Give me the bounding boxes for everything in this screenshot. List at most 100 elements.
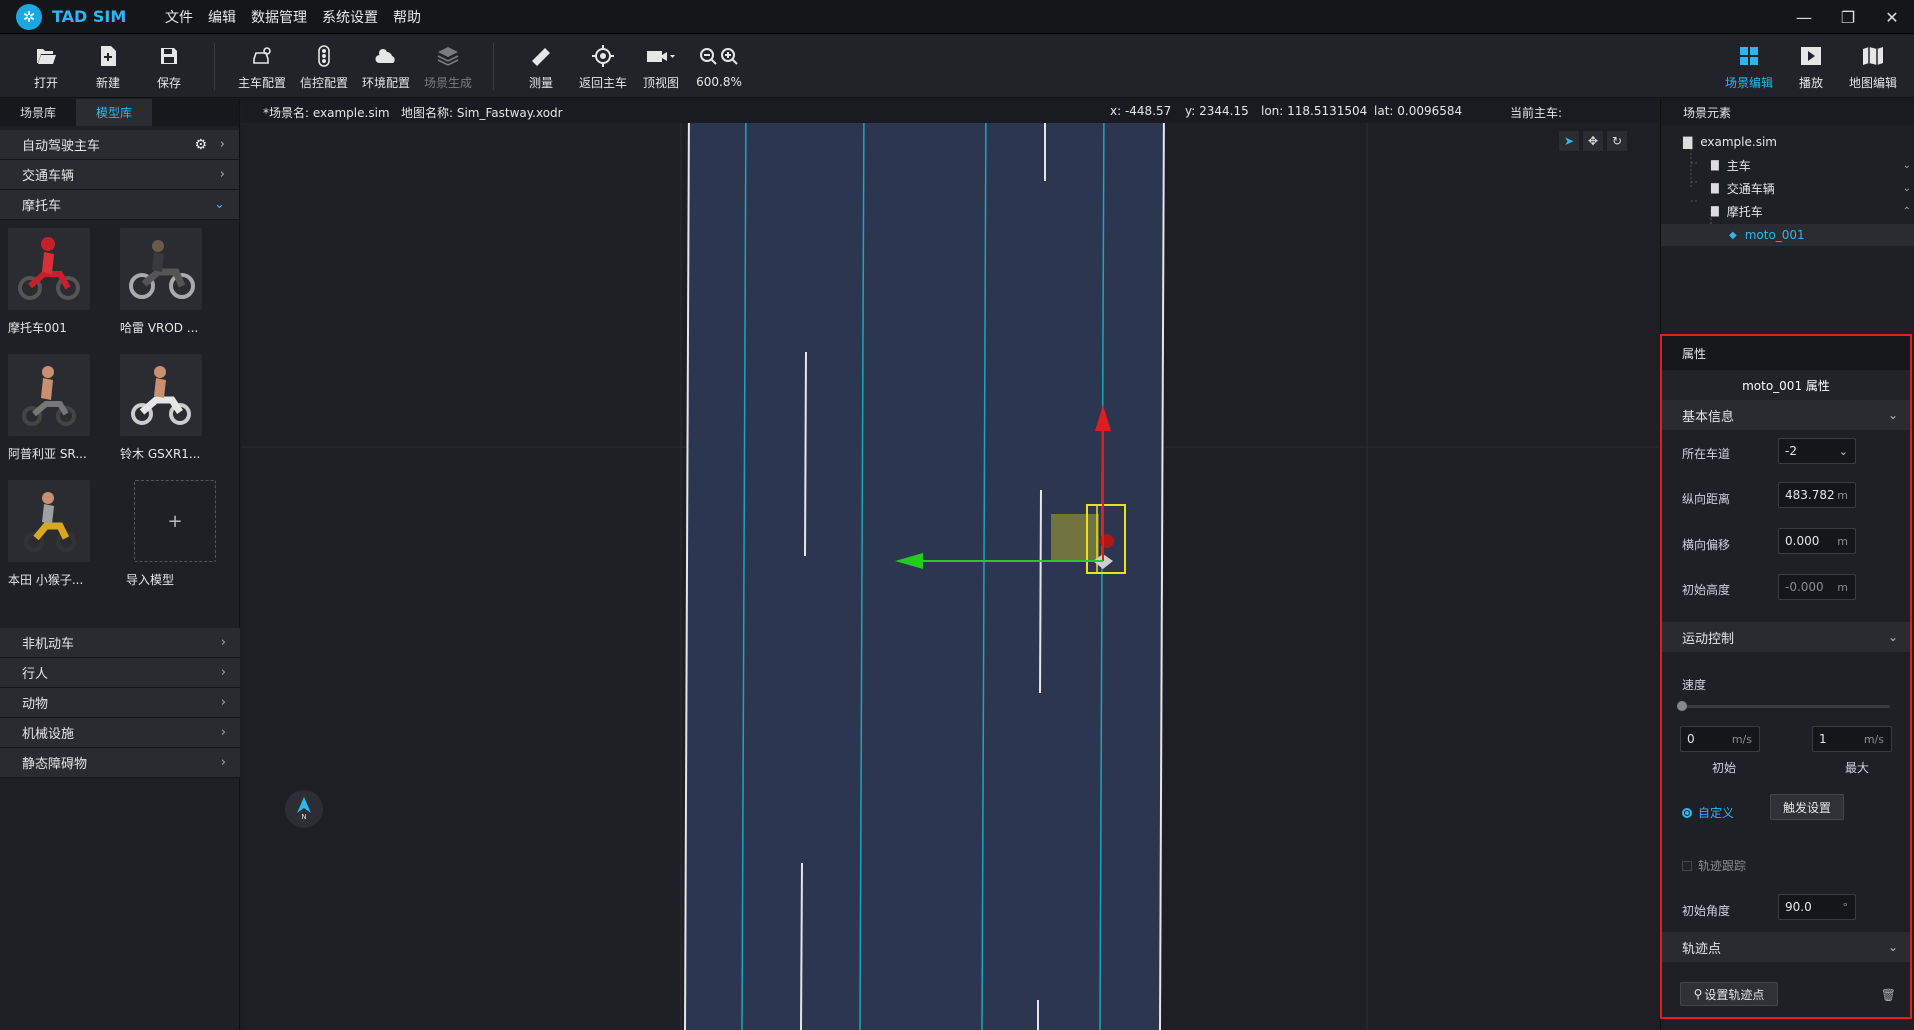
compass[interactable]: N [285,790,323,828]
object-name: moto_001 属性 [1662,370,1910,400]
menu-help[interactable]: 帮助 [393,7,421,27]
play-icon [1800,43,1822,69]
scene-gen-button[interactable]: 场景生成 [419,35,477,98]
radio-icon [1682,807,1692,818]
top-view-button[interactable]: 顶视图 [632,35,690,98]
left-panel: 场景库 模型库 自动驾驶主车 ⚙ › 交通车辆 › 摩托车 ⌄ 摩托车001 哈… [0,99,240,1030]
model-item[interactable]: 阿普利亚 SR... [8,354,120,462]
add-icon[interactable]: + [134,480,216,562]
model-item[interactable]: 哈雷 VROD ... [120,228,232,336]
close-icon[interactable]: ✕ [1870,0,1914,34]
scene-edit-button[interactable]: 场景编辑 [1720,35,1778,98]
model-item[interactable]: 本田 小猴子... [8,480,120,588]
minimize-icon[interactable]: — [1782,0,1826,34]
track-follow-checkbox[interactable]: 轨迹跟踪 [1682,857,1746,874]
motorcycle-thumbnail [8,354,90,436]
menu-settings[interactable]: 系统设置 [322,7,378,27]
car-settings-icon [251,43,273,69]
menu-edit[interactable]: 编辑 [208,7,236,27]
scene-name: *场景名: example.sim [263,106,390,120]
save-button[interactable]: 保存 [140,35,198,98]
init-label: 初始 [1712,761,1737,775]
tab-scene-library[interactable]: 场景库 [0,99,76,126]
waypoint-section[interactable]: 轨迹点 ⌄ [1662,932,1910,962]
toolbar: 打开 新建 保存 主车配置 信控配置 环境配置 场景生成 测量 返回主车 顶视图… [0,35,1914,98]
open-button[interactable]: 打开 [17,35,75,98]
trash-icon[interactable]: 🗑 [1881,988,1896,1002]
chevron-down-icon[interactable]: ⌄ [1903,160,1911,171]
tree-node-traffic[interactable]: ▇ 交通车辆 ⌄ [1711,177,1911,199]
gear-icon[interactable]: ⚙ [194,137,207,153]
speed-max-input[interactable]: 1 m/s [1812,726,1892,752]
target-icon [592,43,614,69]
ego-config-button[interactable]: 主车配置 [233,35,291,98]
folder-icon: ▇ [1683,135,1693,149]
category-obstacle[interactable]: 静态障碍物 › [0,748,240,778]
model-item[interactable]: 铃木 GSXR1... [120,354,232,462]
play-button[interactable]: 播放 [1782,35,1840,98]
trigger-settings-button[interactable]: 触发设置 [1770,794,1844,820]
toolbar-divider [493,43,494,90]
slider-handle[interactable] [1677,701,1687,711]
lateral-offset-input[interactable]: 0.000 m [1778,528,1856,554]
long-distance-input[interactable]: 483.782 m [1778,482,1856,508]
chevron-right-icon: › [219,167,225,182]
chevron-right-icon: › [220,755,226,770]
tree-root[interactable]: ▇ example.sim [1683,131,1777,153]
signal-config-button[interactable]: 信控配置 [295,35,353,98]
category-pedestrian[interactable]: 行人 › [0,658,240,688]
max-label: 最大 [1845,761,1870,775]
move-icon[interactable]: ✥ [1583,131,1603,151]
tree-node-motorcycle[interactable]: ▇ 摩托车 ⌃ [1711,200,1911,222]
scene-viewport[interactable]: *场景名: example.sim 地图名称: Sim_Fastway.xodr… [241,99,1659,1030]
chevron-down-icon[interactable]: ⌄ [1903,183,1911,194]
tree-node-moto-001[interactable]: ◆ moto_001 [1661,224,1914,246]
motorcycle-thumbnail [8,480,90,562]
set-waypoint-button[interactable]: ⚲ 设置轨迹点 [1680,982,1778,1006]
lane-select[interactable]: -2 ⌄ [1778,438,1856,464]
road-canvas[interactable] [241,99,1659,1030]
bottom-categories: 非机动车 › 行人 › 动物 › 机械设施 › 静态障碍物 › [0,628,240,778]
model-item[interactable]: 摩托车001 [8,228,120,336]
tab-model-library[interactable]: 模型库 [76,99,152,126]
menu-data[interactable]: 数据管理 [251,7,307,27]
tree-node-ego[interactable]: ▇ 主车 ⌄ [1711,154,1911,176]
category-ego[interactable]: 自动驾驶主车 ⚙ › [0,130,239,160]
return-ego-button[interactable]: 返回主车 [574,35,632,98]
zoom-out-icon[interactable] [699,47,739,67]
measure-button[interactable]: 测量 [512,35,570,98]
coord-x: x: -448.57 [1110,104,1172,118]
properties-header: 属性 [1662,336,1910,370]
new-button[interactable]: 新建 [79,35,137,98]
save-icon [159,43,179,69]
category-traffic[interactable]: 交通车辆 › [0,160,239,190]
speed-slider[interactable] [1682,705,1890,708]
env-config-button[interactable]: 环境配置 [357,35,415,98]
speed-init-input[interactable]: 0 m/s [1680,726,1760,752]
folder-icon: ▇ [1711,182,1719,194]
restore-icon[interactable]: ❐ [1826,0,1870,34]
rotate-icon[interactable]: ↻ [1607,131,1627,151]
chevron-right-icon: › [220,695,226,710]
init-angle-input[interactable]: 90.0 ° [1778,894,1856,920]
motion-section[interactable]: 运动控制 ⌄ [1662,622,1910,652]
menu-file[interactable]: 文件 [165,7,193,27]
zoom-control[interactable]: 600.8% [690,35,748,98]
category-animal[interactable]: 动物 › [0,688,240,718]
north-arrow-icon [297,797,311,813]
basic-info-section[interactable]: 基本信息 ⌄ [1662,400,1910,430]
map-edit-button[interactable]: 地图编辑 [1844,35,1902,98]
cursor-icon[interactable]: ➤ [1559,131,1579,151]
import-model-item[interactable]: + 导入模型 [120,480,232,588]
chevron-right-icon: › [220,635,226,650]
chevron-up-icon[interactable]: ⌃ [1903,206,1911,217]
category-facility[interactable]: 机械设施 › [0,718,240,748]
library-tabs: 场景库 模型库 [0,99,239,126]
current-ego: 当前主车: [1510,106,1563,120]
category-non-motor[interactable]: 非机动车 › [0,628,240,658]
category-motorcycle[interactable]: 摩托车 ⌄ [0,190,239,220]
map-name: 地图名称: Sim_Fastway.xodr [401,106,563,120]
custom-radio[interactable]: 自定义 [1682,804,1734,821]
init-height-input[interactable]: -0.000 m [1778,574,1856,600]
init-angle-label: 初始角度 [1682,904,1731,918]
